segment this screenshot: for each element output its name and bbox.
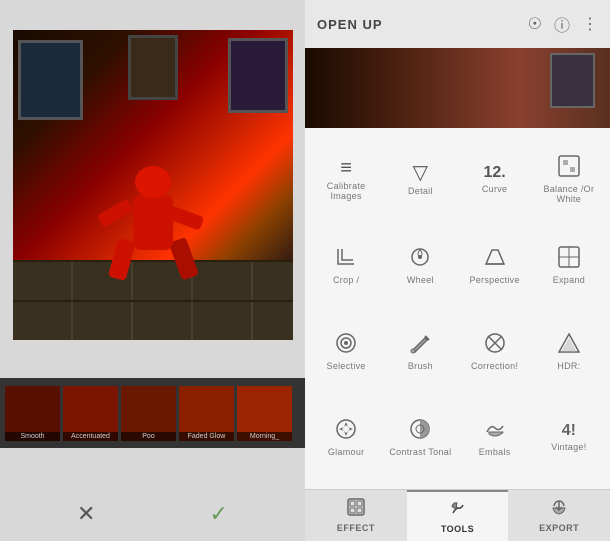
right-panel: OPEN UP ☉ ⓘ ⋮ ≡ Calibrate Images ▽ Detai… (305, 0, 610, 541)
tool-selective[interactable]: Selective (309, 309, 383, 395)
tool-label: Balance /Or White (534, 184, 604, 204)
cancel-button[interactable]: ✕ (66, 494, 106, 534)
preview-image (305, 48, 610, 128)
perspective-icon (484, 246, 506, 272)
detail-icon: ▽ (413, 163, 428, 183)
spiderman-figure (113, 160, 193, 280)
tool-label: Expand (553, 275, 585, 285)
tab-effect[interactable]: EFFECT (305, 490, 407, 541)
curve-icon: 12. (484, 165, 506, 181)
thumbnail-item[interactable]: Poo (121, 386, 176, 441)
tool-label: Calibrate Images (311, 181, 381, 201)
action-bar: ✕ ✓ (0, 486, 305, 541)
tab-effect-label: EFFECT (337, 523, 375, 533)
wifi-icon[interactable]: ☉ (528, 14, 542, 34)
embals-icon (484, 418, 506, 444)
tab-tools[interactable]: TOOLS (407, 490, 509, 541)
thumb-label: Poo (121, 432, 176, 441)
expand-icon (558, 246, 580, 272)
glamour-icon (335, 418, 357, 444)
tool-brush[interactable]: Brush (383, 309, 457, 395)
info-icon[interactable]: ⓘ (554, 12, 570, 36)
right-preview (305, 48, 610, 128)
torso (133, 195, 173, 250)
tool-perspective[interactable]: Perspective (458, 222, 532, 308)
thumb-label: Morning_ (237, 432, 292, 441)
tool-contrast-tonal[interactable]: Contrast Tonal (383, 395, 457, 481)
thumbnail-item[interactable]: Faded Glow (179, 386, 234, 441)
leg-right (168, 237, 199, 281)
tool-balance[interactable]: Balance /Or White (532, 136, 606, 222)
contrast-tonal-icon (409, 418, 431, 444)
tool-curve[interactable]: 12. Curve (458, 136, 532, 222)
tool-label: Crop / (333, 275, 359, 285)
calibrate-icon: ≡ (340, 158, 352, 178)
tools-grid: ≡ Calibrate Images ▽ Detail 12. Curve Ba… (305, 128, 610, 489)
tool-detail[interactable]: ▽ Detail (383, 136, 457, 222)
confirm-button[interactable]: ✓ (199, 494, 239, 534)
wall-decoration-right (228, 38, 288, 113)
header-icons: ☉ ⓘ ⋮ (528, 12, 598, 36)
tool-crop[interactable]: Crop / (309, 222, 383, 308)
tool-label: Wheel (407, 275, 434, 285)
thumbnail-item[interactable]: Morning_ (237, 386, 292, 441)
tab-tools-label: TOOLS (441, 524, 474, 534)
thumb-label: Accentuated (63, 432, 118, 441)
wall-decoration (18, 40, 83, 120)
tool-label: Detail (408, 186, 433, 196)
tool-wheel[interactable]: Wheel (383, 222, 457, 308)
tool-label: Curve (482, 184, 508, 194)
tool-label: Selective (327, 361, 366, 371)
tool-label: Embals (479, 447, 511, 457)
right-header: OPEN UP ☉ ⓘ ⋮ (305, 0, 610, 48)
tool-label: HDR: (557, 361, 580, 371)
wall-decoration-mid (128, 35, 178, 100)
wheel-icon (409, 246, 431, 272)
tool-label: Brush (408, 361, 433, 371)
tool-calibrate[interactable]: ≡ Calibrate Images (309, 136, 383, 222)
tool-label: Perspective (469, 275, 519, 285)
thumbnail-strip: Smooth Accentuated Poo Faded Glow Mornin… (0, 378, 305, 448)
balance-icon (558, 155, 580, 181)
brush-icon (409, 332, 431, 358)
left-panel: Smooth Accentuated Poo Faded Glow Mornin… (0, 0, 305, 541)
tab-export[interactable]: EXPORT (508, 490, 610, 541)
tool-label: Vintage! (551, 442, 586, 452)
thumbnail-item[interactable]: Smooth (5, 386, 60, 441)
thumbnail-item[interactable]: Accentuated (63, 386, 118, 441)
app-title: OPEN UP (317, 17, 383, 32)
export-tab-icon (550, 498, 568, 521)
main-image (13, 30, 293, 340)
hdr-icon (558, 332, 580, 358)
selective-icon (335, 332, 357, 358)
tab-export-label: EXPORT (539, 523, 579, 533)
tool-vintage[interactable]: 4! Vintage! (532, 395, 606, 481)
thumb-label: Smooth (5, 432, 60, 441)
tool-corrections[interactable]: Correction! (458, 309, 532, 395)
head (135, 166, 171, 198)
arm-left (96, 198, 133, 228)
tool-hdr[interactable]: HDR: (532, 309, 606, 395)
more-icon[interactable]: ⋮ (582, 14, 598, 34)
crop-icon (335, 246, 357, 272)
tool-glamour[interactable]: Glamour (309, 395, 383, 481)
effect-tab-icon (347, 498, 365, 521)
image-canvas (13, 30, 293, 340)
vintage-icon: 4! (562, 423, 576, 439)
tool-label: Glamour (328, 447, 365, 457)
tools-tab-icon (449, 499, 467, 522)
tool-embals[interactable]: Embals (458, 395, 532, 481)
tool-expand[interactable]: Expand (532, 222, 606, 308)
leg-left (107, 238, 135, 281)
bottom-tab-bar: EFFECT TOOLS EXPORT (305, 489, 610, 541)
thumb-label: Faded Glow (179, 432, 234, 441)
preview-frame (550, 53, 595, 108)
tool-label: Correction! (471, 361, 518, 371)
corrections-icon (484, 332, 506, 358)
tool-label: Contrast Tonal (389, 447, 451, 457)
